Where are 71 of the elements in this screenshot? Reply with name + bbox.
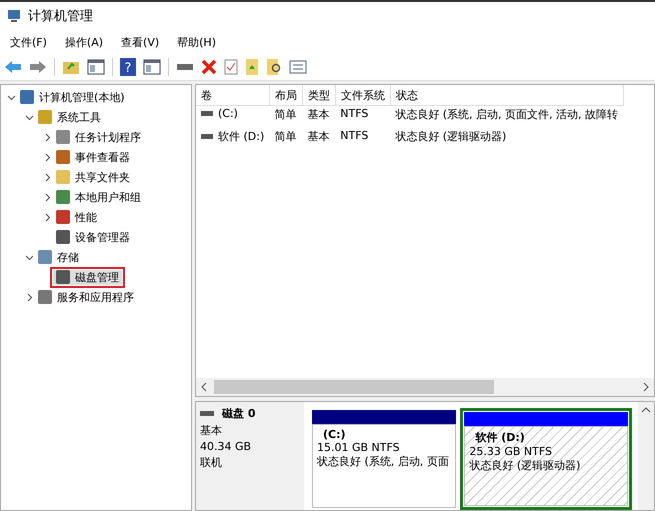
folder-search-icon[interactable]	[266, 58, 282, 76]
collapse-chevron-icon[interactable]	[24, 252, 34, 262]
scroll-left-icon[interactable]	[200, 382, 208, 392]
vertical-scrollbar[interactable]	[638, 402, 654, 510]
tree-item[interactable]: 服务和应用程序	[35, 290, 137, 304]
scroll-right-icon[interactable]	[642, 382, 650, 392]
tree-item[interactable]: 系统工具	[35, 110, 104, 124]
menu-item[interactable]: 操作(A)	[58, 34, 110, 50]
partition-size: 15.01 GB NTFS	[317, 441, 401, 454]
table-cell-text: 基本	[306, 129, 330, 146]
drive-icon	[201, 134, 213, 140]
table-cell: (C:)	[196, 106, 270, 128]
drive-icon	[200, 410, 214, 416]
tree-item[interactable]: 性能	[53, 210, 100, 224]
collapse-chevron-icon[interactable]	[24, 112, 34, 122]
expand-chevron-icon[interactable]	[42, 152, 52, 162]
table-cell-text: NTFS	[339, 128, 370, 144]
column-header[interactable]: 卷	[196, 85, 270, 106]
expand-chevron-icon[interactable]	[24, 292, 34, 302]
partition-size: 25.33 GB NTFS	[469, 445, 553, 458]
tree-item[interactable]: 存储	[35, 250, 82, 264]
tree-item[interactable]: 共享文件夹	[53, 170, 133, 184]
tree-item[interactable]: 计算机管理(本地)	[17, 90, 128, 104]
help-icon[interactable]: ?	[120, 58, 136, 76]
column-header[interactable]: 状态	[390, 85, 624, 106]
table-cell: 状态良好 (系统, 启动, 页面文件, 活动, 故障转	[390, 106, 624, 128]
window-title: 计算机管理	[28, 8, 93, 25]
tree-item[interactable]: 任务计划程序	[53, 130, 144, 144]
forward-arrow-icon[interactable]	[29, 60, 47, 74]
expand-chevron-icon[interactable]	[42, 172, 52, 182]
table-cell-text: 状态良好 (逻辑驱动器)	[394, 129, 508, 146]
partition-name: 软件 (D:)	[474, 430, 526, 445]
delete-icon[interactable]	[201, 59, 217, 75]
panel-icon[interactable]	[87, 59, 105, 75]
tree-item[interactable]: 设备管理器	[53, 230, 133, 244]
table-cell: 简单	[269, 106, 302, 128]
partition-block[interactable]: 软件 (D:) 25.33 GB NTFS 状态良好 (逻辑驱动器)	[460, 408, 632, 510]
partition-name: (C:)	[322, 428, 347, 441]
table-cell: NTFS	[335, 106, 390, 128]
column-header[interactable]: 文件系统	[335, 85, 390, 106]
list-icon[interactable]	[289, 60, 307, 74]
disk-name: 磁盘 0	[222, 406, 256, 421]
drive-icon[interactable]	[176, 61, 194, 73]
disk-type: 基本	[200, 423, 223, 438]
table-cell-text: 简单	[273, 129, 298, 146]
table-cell: 基本	[302, 106, 336, 128]
menu-item[interactable]: 帮助(H)	[171, 34, 222, 50]
panel-icon[interactable]	[143, 59, 161, 75]
table-cell: 软件 (D:)	[196, 128, 270, 378]
expand-chevron-icon[interactable]	[42, 192, 52, 202]
tree-item[interactable]: 磁盘管理	[53, 270, 122, 284]
folder-icon[interactable]	[62, 59, 80, 75]
tree-item[interactable]: 事件查看器	[53, 150, 133, 164]
partition-status: 状态良好 (逻辑驱动器)	[469, 458, 582, 473]
menu-item[interactable]: 文件(F)	[4, 34, 53, 50]
tree-item[interactable]: 本地用户和组	[53, 190, 144, 204]
partition-status: 状态良好 (系统, 启动, 页面	[317, 454, 450, 469]
document-check-icon[interactable]	[224, 59, 238, 75]
disk-status: 联机	[200, 455, 223, 470]
menu-item[interactable]: 查看(V)	[115, 34, 166, 50]
column-header[interactable]: 布局	[269, 85, 302, 106]
computer-icon	[6, 8, 22, 24]
collapse-chevron-icon[interactable]	[6, 92, 16, 102]
horizontal-scrollbar[interactable]	[196, 378, 654, 396]
expand-chevron-icon[interactable]	[42, 212, 52, 222]
expand-chevron-icon[interactable]	[42, 132, 52, 142]
back-arrow-icon[interactable]	[4, 60, 22, 74]
column-header[interactable]: 类型	[302, 85, 336, 106]
disk-size: 40.34 GB	[200, 440, 252, 453]
scroll-up-icon[interactable]	[641, 406, 651, 414]
drive-icon	[201, 111, 213, 117]
